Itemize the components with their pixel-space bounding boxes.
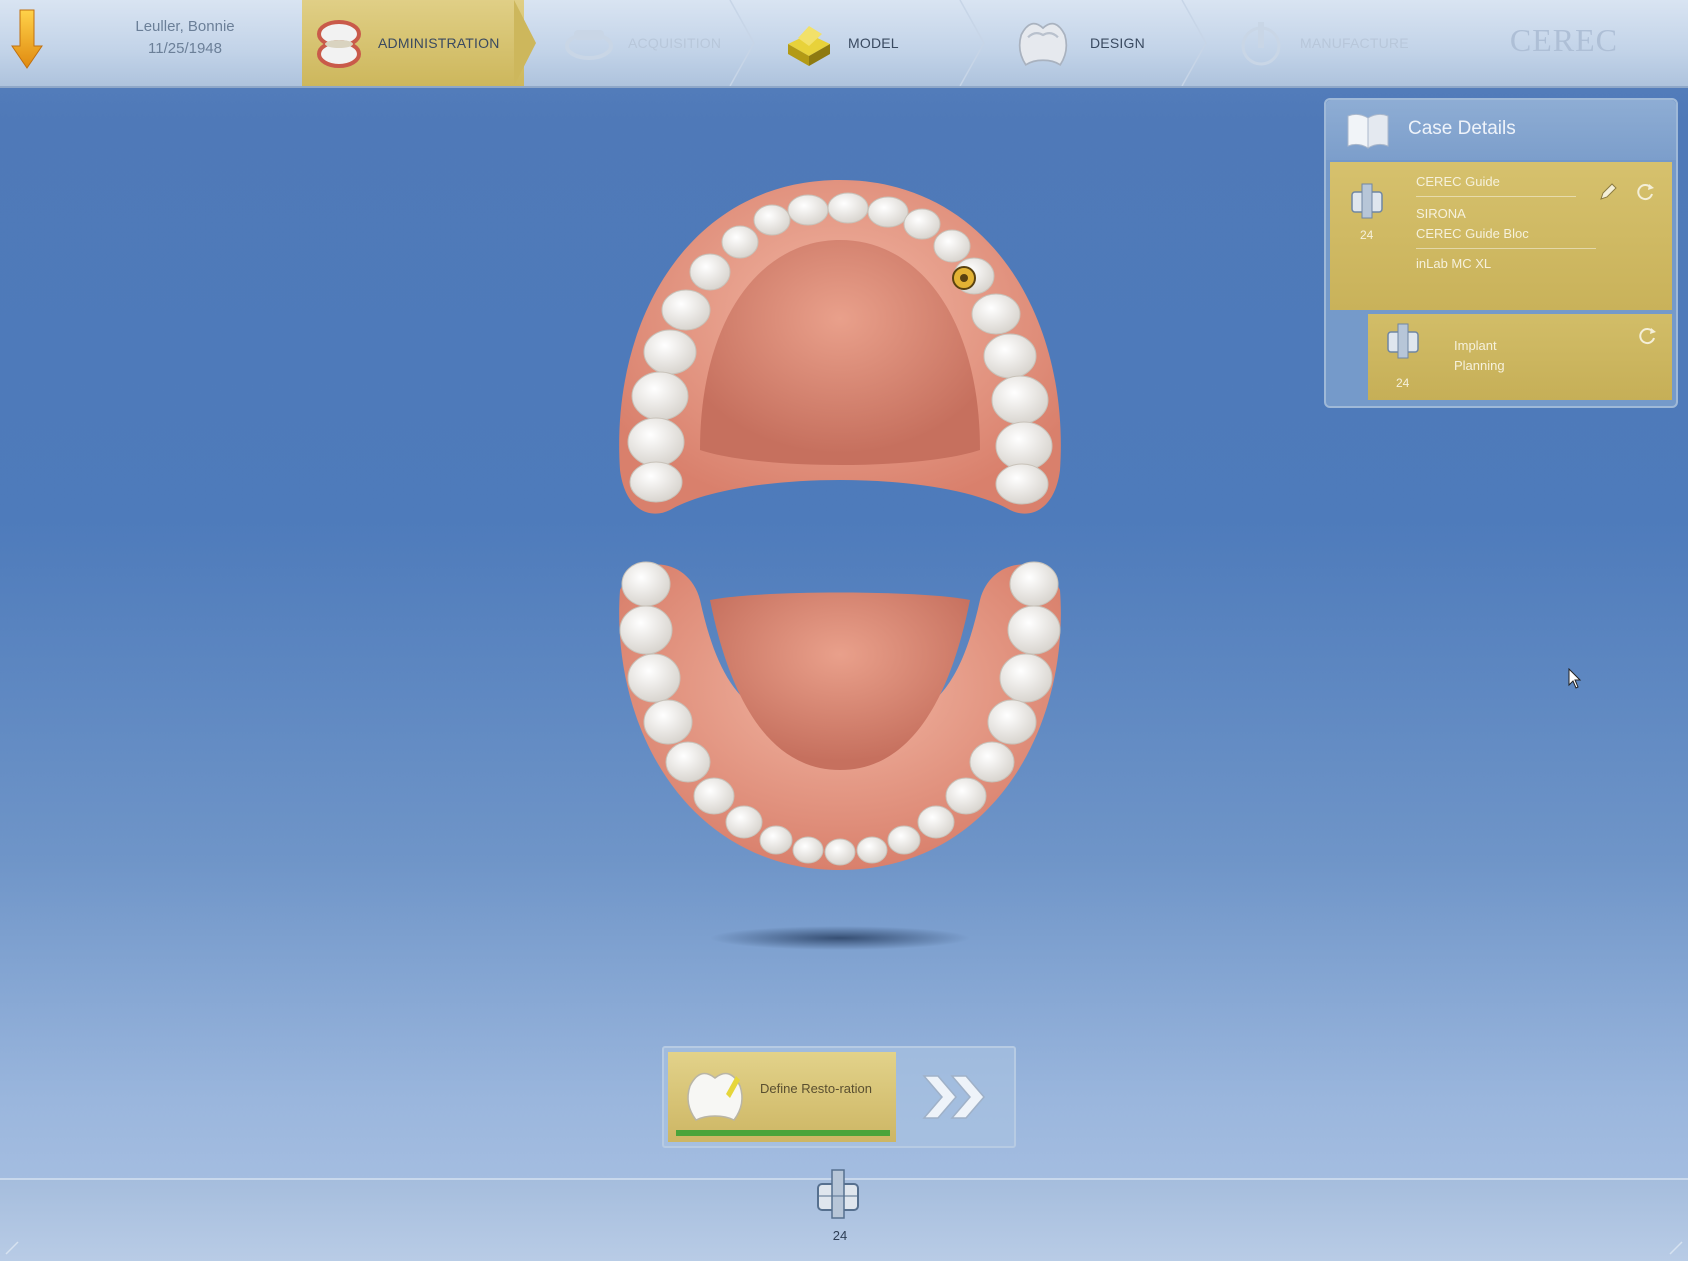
implant-tooth-icon (1387, 323, 1419, 359)
step-label: MANUFACTURE (1300, 35, 1409, 51)
step-divider-1 (729, 0, 755, 86)
dentition-model[interactable] (600, 170, 1080, 970)
acquisition-camera-icon (565, 30, 613, 60)
patient-dob: 11/25/1948 (148, 40, 222, 57)
design-crown-icon (1018, 22, 1068, 67)
crown-icon (687, 1072, 743, 1121)
mouse-cursor-icon (1568, 668, 1582, 689)
tooth-number: 24 (1396, 376, 1410, 390)
step-manufacture: MANUFACTURE (1234, 0, 1444, 86)
case-details-title: Case Details (1408, 118, 1516, 139)
bottom-tooth-number: 24 (832, 1228, 848, 1243)
corner-resize-icon (1669, 1241, 1683, 1255)
define-restoration-panel: Define Resto-ration (662, 1046, 1016, 1148)
manufacture-mill-icon (1241, 22, 1281, 66)
lower-jaw[interactable] (619, 561, 1061, 870)
case-item-line: CEREC Guide Bloc (1416, 226, 1529, 241)
step-model[interactable]: MODEL (782, 0, 972, 86)
workflow-bar: Leuller, Bonnie 11/25/1948 ADMINISTRATIO… (0, 0, 1688, 88)
model-shadow (710, 926, 970, 950)
define-restoration-label: Define Resto-ration (760, 1081, 872, 1096)
case-details-panel: Case Details 24 CEREC Guide SIRONA CEREC… (1324, 98, 1678, 408)
corner-resize-icon (5, 1241, 19, 1255)
step-label: ACQUISITION (628, 35, 722, 51)
back-arrow-icon[interactable] (8, 8, 44, 70)
step-label: MODEL (848, 35, 899, 51)
refresh-icon[interactable] (1636, 182, 1656, 202)
case-item-line: CEREC Guide (1416, 174, 1500, 189)
case-item-line: SIRONA (1416, 206, 1466, 221)
step-divider-3 (1181, 0, 1207, 86)
case-details-header[interactable]: Case Details (1326, 100, 1676, 160)
case-item-line: inLab MC XL (1416, 256, 1492, 271)
patient-info: Leuller, Bonnie 11/25/1948 (110, 16, 260, 60)
tooth-number: 24 (1360, 228, 1374, 242)
patient-name: Leuller, Bonnie (135, 18, 235, 35)
next-step-button[interactable] (900, 1052, 1010, 1142)
model-block-icon (788, 26, 830, 66)
step-label: DESIGN (1090, 35, 1145, 51)
upper-jaw[interactable] (619, 180, 1061, 514)
step-arrow-active (514, 0, 536, 86)
edit-pencil-icon[interactable] (1598, 182, 1618, 202)
double-chevron-right-icon (922, 1075, 985, 1119)
administration-dentition-icon (317, 20, 361, 68)
progress-fill (676, 1130, 890, 1136)
brand-logo: CEREC (1509, 22, 1618, 58)
implant-tooth-icon (1351, 183, 1383, 219)
step-label: ADMINISTRATION (378, 35, 500, 51)
case-item-cerec-guide[interactable]: 24 CEREC Guide SIRONA CEREC Guide Bloc i… (1330, 162, 1672, 310)
implant-position-marker[interactable] (952, 266, 976, 290)
step-design[interactable]: DESIGN (1008, 0, 1198, 86)
step-acquisition: ACQUISITION (562, 0, 752, 86)
case-book-icon (1347, 113, 1389, 149)
divider (1416, 196, 1576, 197)
divider (1416, 248, 1596, 249)
implant-tooth-icon[interactable] (808, 1164, 872, 1228)
refresh-icon[interactable] (1638, 326, 1658, 346)
case-item-line: Planning (1454, 358, 1505, 373)
case-item-line: Implant (1454, 338, 1497, 353)
define-restoration-button[interactable]: Define Resto-ration (668, 1052, 896, 1142)
step-divider-2 (959, 0, 985, 86)
step-administration[interactable]: ADMINISTRATION (302, 0, 524, 86)
case-item-implant-planning[interactable]: 24 Implant Planning (1368, 314, 1672, 400)
define-restoration-progress (676, 1130, 890, 1136)
